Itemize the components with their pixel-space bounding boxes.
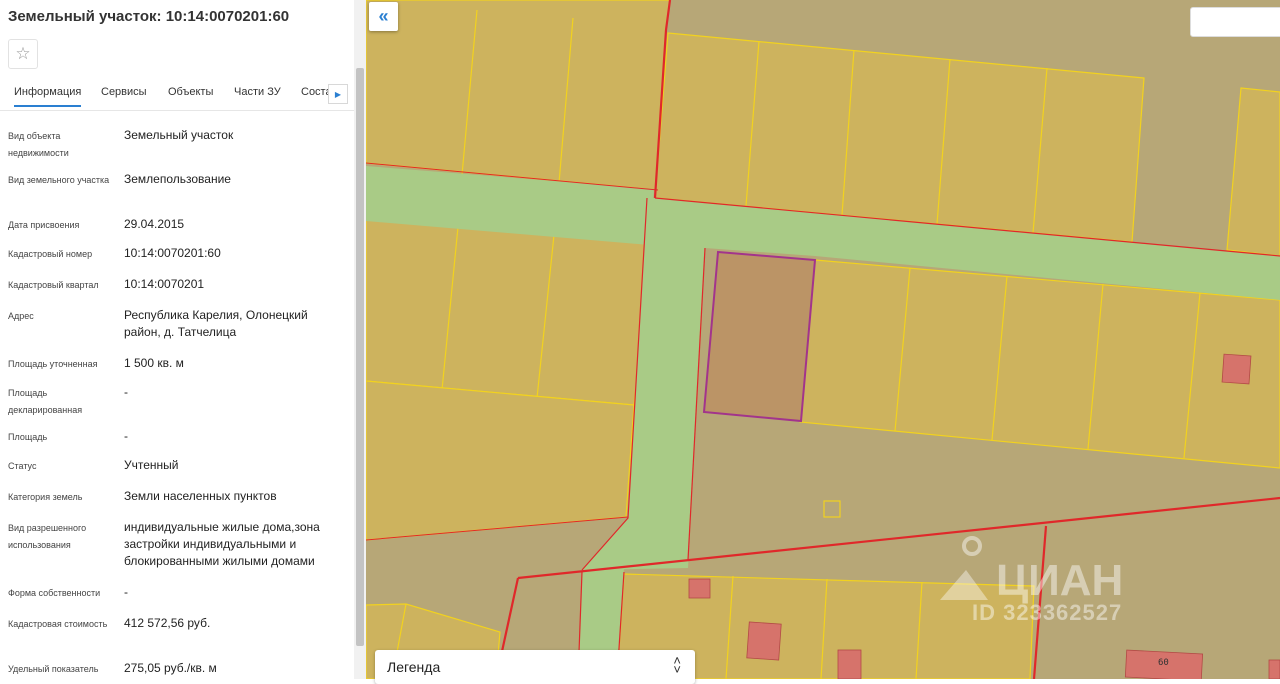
favorite-button[interactable]: ☆ [8,39,38,69]
field-value: Землепользование [124,172,231,186]
building [1268,659,1280,679]
plot-number-label: 60 [1158,658,1169,668]
field-label: Площадь [8,432,48,442]
field-label: Адрес [8,311,34,321]
field-value: 10:14:0070201 [124,277,205,291]
field-value: индивидуальные жилые дома,зона застройки… [124,520,320,568]
building [1221,353,1252,385]
field-value: 1 500 кв. м [124,356,184,370]
legend-label: Легенда [387,659,441,675]
field-label: Вид земельного участка [8,175,110,185]
small-structure [823,500,841,518]
field-label: Кадастровая стоимость [8,619,108,629]
tab-information[interactable]: Информация [14,86,82,107]
field-label: Площадь уточненная [8,359,98,369]
field-label: Форма собственности [8,588,101,598]
parcel [1226,87,1280,257]
tab-bar: Информация Сервисы Объекты Части ЗУ Сост… [0,80,354,111]
field-label: Категория земель [8,492,83,502]
tab-objects[interactable]: Объекты [168,86,213,98]
parcel [366,0,671,191]
field-value: Земельный участок [124,128,234,142]
watermark-house-icon [940,536,988,600]
watermark-id: ID 323362527 [972,600,1123,625]
page-title: Земельный участок: 10:14:0070201:60 [8,8,290,25]
field-value: - [124,585,128,599]
field-label: Вид разрешенного использования [8,523,87,550]
building [837,649,862,679]
field-value: Учтенный [124,458,179,472]
field-value: - [124,385,128,399]
double-chevron-left-icon: « [378,6,389,26]
building [688,578,711,599]
collapse-panel-button[interactable]: « [369,2,398,31]
tabs-scroll-right-button[interactable]: ▶ [328,84,348,104]
info-panel: Земельный участок: 10:14:0070201:60 ☆ Ин… [0,0,366,679]
field-label: Дата присвоения [8,220,80,230]
tab-parts[interactable]: Части ЗУ [234,86,281,98]
star-icon: ☆ [15,44,31,63]
map-search-input[interactable] [1190,7,1280,37]
field-label: Вид объекта недвижимости [8,131,69,158]
parcel [366,380,635,541]
field-value: - [124,429,128,443]
watermark: ЦИАН ID 323362527 [936,526,1172,636]
field-value: 275,05 руб./кв. м [124,661,217,675]
field-label: Площадь декларированная [8,388,83,415]
field-value: 10:14:0070201:60 [124,246,221,260]
panel-scrollbar[interactable] [354,0,366,679]
watermark-brand: ЦИАН [996,556,1124,605]
scrollbar-thumb[interactable] [356,68,364,646]
parcel [366,218,653,406]
tab-composition[interactable]: Соста [301,86,332,98]
triangle-right-icon: ▶ [334,89,342,99]
field-value: Земли населенных пунктов [124,489,277,503]
building [746,621,782,661]
field-value: Республика Карелия, Олонецкий район, д. … [124,308,308,339]
field-label: Удельный показатель [8,664,99,674]
chevron-up-down-icon: ˄ ˅ [673,653,681,677]
selected-parcel [702,250,817,423]
tab-services[interactable]: Сервисы [101,86,147,98]
field-value: 29.04.2015 [124,217,185,231]
field-label: Статус [8,461,37,471]
field-value: 412 572,56 руб. [124,616,211,630]
field-label: Кадастровый номер [8,249,93,259]
field-label: Кадастровый квартал [8,280,99,290]
